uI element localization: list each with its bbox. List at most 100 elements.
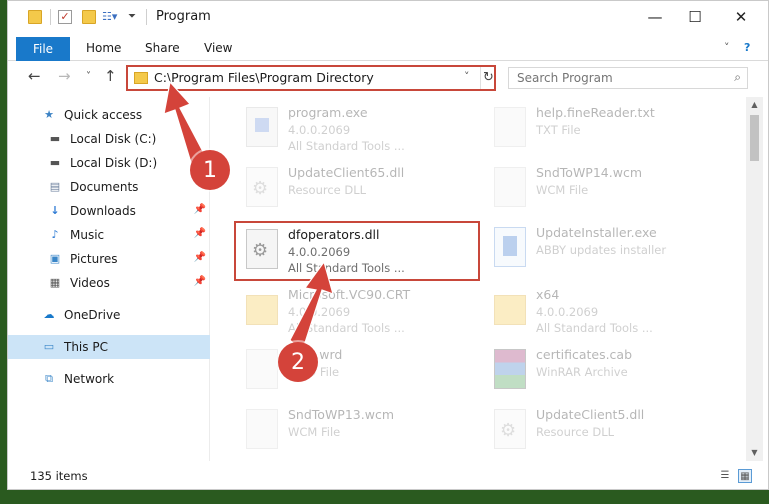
folder-icon (134, 72, 148, 84)
list-item[interactable]: UpdateInstaller.exe ABBY updates install… (484, 221, 728, 277)
file-name: UpdateClient5.dll (536, 407, 645, 422)
file-name: Microsoft.VC90.CRT (288, 287, 411, 302)
list-item[interactable]: UpdateClient5.dll Resource DLL (484, 403, 728, 459)
tab-file[interactable]: File (16, 37, 70, 61)
file-name: help.fineReader.txt (536, 105, 655, 120)
sidebar-item-label: Downloads (70, 204, 136, 218)
address-dropdown-icon[interactable]: ˅ (464, 70, 470, 83)
file-detail: ABBY updates installer (536, 243, 667, 257)
folder-icon (246, 295, 278, 325)
scroll-up-icon[interactable]: ▲ (746, 97, 763, 113)
list-item[interactable]: pars.wrd WRD File (236, 343, 480, 399)
file-name: x64 (536, 287, 560, 302)
list-item[interactable]: help.fineReader.txt TXT File (484, 101, 728, 157)
sidebar-item-videos[interactable]: ▦ Videos 📌 (8, 271, 210, 295)
file-detail: 4.0.0.2069 (288, 123, 351, 137)
recent-locations-icon[interactable]: ˅ (86, 71, 91, 82)
back-button[interactable]: ← (28, 67, 41, 85)
title-bar: ✓ ☷▾ ⏷ Program — ☐ ✕ (8, 1, 768, 33)
sidebar-item-network[interactable]: ⧉ Network (8, 367, 210, 391)
search-icon[interactable]: ⌕ (734, 70, 741, 85)
properties-icon[interactable]: ✓ (58, 10, 72, 24)
list-item[interactable]: program.exe 4.0.0.2069 All Standard Tool… (236, 101, 480, 157)
address-bar[interactable]: C:\Program Files\Program Directory ˅ ↻ (126, 65, 496, 91)
explorer-window: ✓ ☷▾ ⏷ Program — ☐ ✕ File Home Share Vie… (7, 0, 769, 490)
highlight-box (234, 221, 480, 281)
cloud-icon: ☁ (43, 308, 55, 321)
archive-file-icon (494, 349, 526, 389)
file-name: UpdateInstaller.exe (536, 225, 657, 240)
address-path[interactable]: C:\Program Files\Program Directory (154, 70, 374, 85)
expand-ribbon-icon[interactable]: ˅ (724, 41, 730, 54)
refresh-button[interactable]: ↻ (480, 67, 496, 89)
help-icon[interactable]: ? (744, 41, 750, 54)
sidebar-item-documents[interactable]: ▤ Documents (8, 175, 210, 199)
sidebar-item-label: Music (70, 228, 105, 242)
list-item[interactable]: x64 4.0.0.2069 All Standard Tools ... (484, 283, 728, 339)
music-icon: ♪ (51, 228, 59, 241)
navigation-pane: ★ Quick access ▬ Local Disk (C:) ▬ Local… (8, 97, 210, 461)
pin-icon[interactable]: 📌 (194, 276, 206, 287)
item-count: 135 items (30, 469, 88, 483)
pin-icon[interactable]: 📌 (194, 204, 206, 215)
sidebar-item-onedrive[interactable]: ☁ OneDrive (8, 303, 210, 327)
file-detail: All Standard Tools ... (536, 321, 653, 335)
folder-icon (28, 10, 42, 24)
sidebar-item-label: Local Disk (C:) (70, 132, 157, 146)
new-folder-icon[interactable] (82, 10, 96, 24)
sidebar-item-local-disk-d[interactable]: ▬ Local Disk (D:) (8, 151, 210, 175)
sidebar-item-music[interactable]: ♪ Music 📌 (8, 223, 210, 247)
step-badge-1: 1 (190, 150, 230, 190)
sidebar-item-this-pc[interactable]: ▭ This PC (8, 335, 210, 359)
document-file-icon (494, 107, 526, 147)
list-item[interactable]: SndToWP13.wcm WCM File (236, 403, 480, 459)
scroll-down-icon[interactable]: ▼ (746, 445, 763, 461)
ribbon-tabs: File Home Share View ˅ ? (8, 37, 768, 61)
pin-icon[interactable]: 📌 (194, 252, 206, 263)
tab-share[interactable]: Share (145, 41, 180, 55)
close-button[interactable]: ✕ (718, 1, 764, 33)
sidebar-item-quick-access[interactable]: ★ Quick access (8, 103, 210, 127)
star-icon: ★ (44, 108, 54, 121)
computer-icon: ▭ (43, 340, 55, 353)
up-button[interactable]: ↑ (104, 67, 117, 85)
step-badge-2: 2 (278, 342, 318, 382)
file-name: certificates.cab (536, 347, 633, 362)
file-name: SndToWP14.wcm (536, 165, 642, 180)
quick-access-dropdown-icon[interactable]: ⏷ (128, 10, 142, 24)
file-detail: Resource DLL (536, 425, 615, 439)
pictures-icon: ▣ (49, 252, 61, 265)
customize-view-icon[interactable]: ☷▾ (102, 10, 117, 24)
file-detail: Resource DLL (288, 183, 367, 197)
sidebar-item-downloads[interactable]: ↓ Downloads 📌 (8, 199, 210, 223)
file-detail: WCM File (536, 183, 589, 197)
list-item[interactable]: UpdateClient65.dll Resource DLL (236, 161, 480, 217)
dll-file-icon (246, 167, 278, 207)
tiles-view-icon[interactable]: ▦ (738, 469, 752, 483)
tab-home[interactable]: Home (86, 41, 121, 55)
vertical-scrollbar[interactable]: ▲ ▼ (746, 97, 763, 461)
pin-icon[interactable]: 📌 (194, 228, 206, 239)
sidebar-item-label: OneDrive (64, 308, 121, 322)
details-view-icon[interactable]: ☰ (718, 469, 732, 483)
tab-view[interactable]: View (204, 41, 232, 55)
list-item[interactable]: SndToWP14.wcm WCM File (484, 161, 728, 217)
scroll-thumb[interactable] (750, 115, 759, 161)
download-icon: ↓ (50, 204, 60, 217)
sidebar-item-label: Documents (70, 180, 139, 194)
search-box[interactable]: ⌕ (508, 67, 748, 89)
document-file-icon (494, 167, 526, 207)
document-file-icon (246, 349, 278, 389)
sidebar-item-local-disk-c[interactable]: ▬ Local Disk (C:) (8, 127, 210, 151)
forward-button[interactable]: → (58, 67, 71, 85)
list-item[interactable]: certificates.cab WinRAR Archive (484, 343, 728, 399)
search-input[interactable] (509, 68, 719, 88)
list-item[interactable]: Microsoft.VC90.CRT 4.0.0.2069 All Standa… (236, 283, 480, 339)
file-name: program.exe (288, 105, 368, 120)
file-detail: All Standard Tools ... (288, 321, 405, 335)
maximize-button[interactable]: ☐ (672, 1, 718, 33)
sidebar-item-pictures[interactable]: ▣ Pictures 📌 (8, 247, 210, 271)
document-file-icon (246, 409, 278, 449)
network-icon: ⧉ (45, 372, 53, 385)
file-detail: WinRAR Archive (536, 365, 628, 379)
